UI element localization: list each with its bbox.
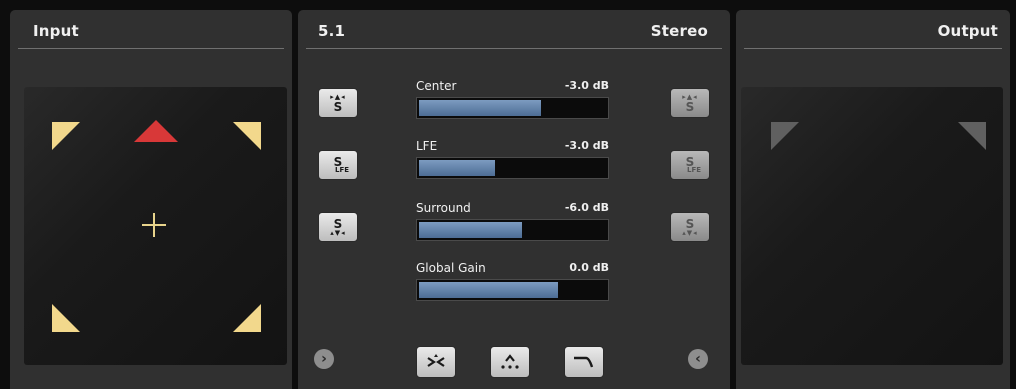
center-gain-value: -3.0 dB	[564, 79, 609, 92]
front-right-speaker-icon[interactable]	[233, 122, 261, 150]
center-gain-label: Center	[416, 79, 457, 93]
input-center-solo-button[interactable]: ▸▲◂ S	[318, 88, 358, 118]
surround-left-speaker-icon[interactable]	[52, 304, 80, 332]
surround-solo-icon: ▴▼◂	[682, 228, 698, 237]
global-gain-label: Global Gain	[416, 261, 486, 275]
front-left-speaker-icon[interactable]	[52, 122, 80, 150]
output-speaker-field[interactable]	[741, 87, 1003, 365]
lowpass-filter-icon	[574, 356, 594, 368]
output-lfe-solo-button[interactable]: S LFE	[670, 150, 710, 180]
global-gain-fill	[419, 282, 559, 298]
global-gain-value: 0.0 dB	[569, 261, 609, 274]
output-left-speaker-icon[interactable]	[771, 122, 799, 150]
chevron-right-icon[interactable]: ›	[314, 349, 334, 369]
center-gain-fill	[419, 100, 542, 116]
input-surround-solo-button[interactable]: S ▴▼◂	[318, 212, 358, 242]
surround-right-speaker-icon[interactable]	[233, 304, 261, 332]
input-title: Input	[33, 22, 79, 40]
surround-gain-fill	[419, 222, 522, 238]
lfe-gain-slider[interactable]	[416, 157, 609, 179]
surround-solo-icon: ▴▼◂	[330, 228, 346, 237]
surround-gain-value: -6.0 dB	[564, 201, 609, 214]
mix-down-button[interactable]	[416, 346, 456, 378]
center-gain-slider[interactable]	[416, 97, 609, 119]
global-gain-slider[interactable]	[416, 279, 609, 301]
output-center-solo-button[interactable]: ▸▲◂ S	[670, 88, 710, 118]
input-panel: Input	[10, 10, 292, 389]
input-format-label: 5.1	[318, 22, 346, 40]
surround-gain-label: Surround	[416, 201, 471, 215]
input-lfe-solo-button[interactable]: S LFE	[318, 150, 358, 180]
input-title-divider	[18, 48, 284, 49]
chevron-left-icon[interactable]: ‹	[688, 349, 708, 369]
output-right-speaker-icon[interactable]	[958, 122, 986, 150]
surround-gain-slider[interactable]	[416, 219, 609, 241]
downmix-panel: 5.1 Stereo ▸▲◂ S S LFE S ▴▼◂ ▸▲◂ S S LFE…	[298, 10, 730, 389]
mix-down-icon	[427, 354, 445, 367]
lfe-gain-fill	[419, 160, 496, 176]
panner-position-icon[interactable]	[142, 213, 166, 237]
center-speaker-icon[interactable]	[134, 120, 178, 142]
output-title-divider	[744, 48, 1002, 49]
surround-mix-icon	[501, 354, 519, 369]
output-panel: Output	[736, 10, 1010, 389]
output-surround-solo-button[interactable]: S ▴▼◂	[670, 212, 710, 242]
surround-mix-button[interactable]	[490, 346, 530, 378]
lfe-gain-value: -3.0 dB	[564, 139, 609, 152]
output-title: Output	[937, 22, 998, 40]
input-speaker-field[interactable]	[24, 87, 287, 365]
downmix-title-divider	[306, 48, 722, 49]
lfe-gain-label: LFE	[416, 139, 438, 153]
lowpass-filter-button[interactable]	[564, 346, 604, 378]
output-format-label: Stereo	[650, 22, 708, 40]
